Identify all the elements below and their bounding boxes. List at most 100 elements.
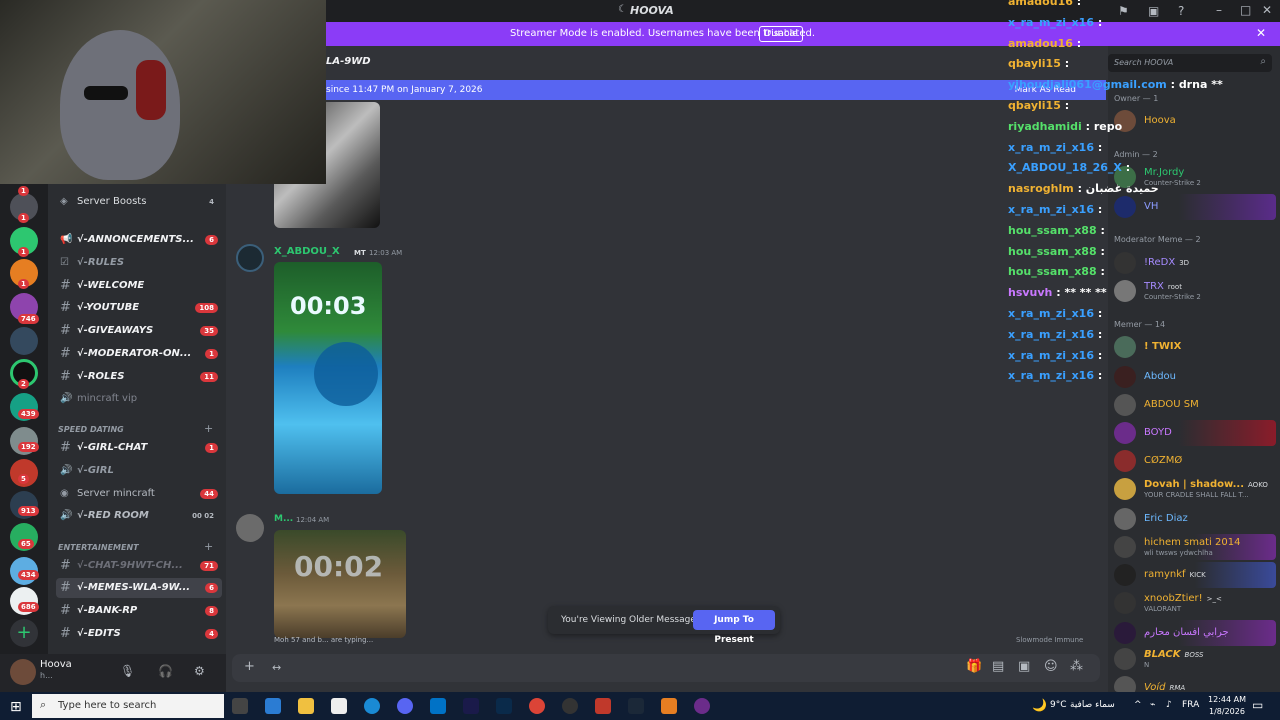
member-item[interactable]: Voíd RMA [1114,674,1276,692]
language-indicator[interactable]: FRA [1182,700,1199,710]
channel-moderator[interactable]: # √-MODERATOR-ON... 1 [56,344,222,364]
channel-giveaways[interactable]: # √-GIVEAWAYS 35 [56,321,222,341]
volume-icon[interactable]: ♪ [1166,700,1172,710]
channel-mincraft-vip[interactable]: 🔊 mincraft vip [56,389,222,409]
edge-icon[interactable] [364,698,380,714]
member-item[interactable]: BOYD [1114,420,1276,446]
app-icon[interactable] [595,698,611,714]
category-entertainement[interactable]: ENTERTAINEMENT [58,543,139,552]
overlay-chat-line: nasroghlm : حميدة غضبان [1008,182,1159,195]
message-author[interactable]: X_ABDOU_X [274,246,340,257]
windows-start-icon[interactable]: ⊞ [10,699,22,715]
member-item[interactable]: !ReDX 3D [1114,250,1276,276]
channel-girl-chat[interactable]: # √-GIRL-CHAT 1 [56,438,222,458]
add-server-icon[interactable]: + [10,619,38,647]
message-author[interactable]: M... [274,514,293,524]
avatar[interactable] [10,659,36,685]
outlook-icon[interactable] [430,698,446,714]
member-item[interactable]: Dovah | shadow... AOKO YOUR CRADLE SHALL … [1114,476,1276,502]
member-item[interactable]: ! TWIX [1114,334,1276,360]
member-item[interactable]: xnoobZtier! >_< VALORANT [1114,590,1276,616]
rules-icon: ☑ [60,257,69,268]
channel-rules[interactable]: ☑ √-RULES [56,253,222,273]
channel-chat-9hwt[interactable]: # √-CHAT-9HWT-CH... 71 [56,556,222,576]
window-icon[interactable]: ▣ [1148,4,1159,18]
task-view-icon[interactable] [232,698,248,714]
help-icon[interactable]: ? [1178,4,1184,18]
obs-icon[interactable] [562,698,578,714]
channel-welcome[interactable]: # √-WELCOME [56,276,222,296]
close-window-icon[interactable]: ✕ [1262,3,1272,17]
add-channel-icon[interactable]: + [204,422,213,435]
maximize-icon[interactable]: □ [1240,3,1251,17]
notepad-icon[interactable] [331,698,347,714]
discord-icon[interactable] [397,698,413,714]
channel-server-mincraft[interactable]: ◉ Server mincraft 44 [56,484,222,504]
premiere-icon[interactable] [463,698,479,714]
disable-button[interactable]: Disable [759,26,803,42]
server-icon[interactable] [10,327,38,355]
file-explorer-icon[interactable] [298,698,314,714]
gif-icon[interactable]: ▤ [992,659,1004,674]
network-icon[interactable]: ⌁ [1150,700,1155,710]
emoji-icon[interactable]: ☺ [1044,659,1058,674]
sticker-icon[interactable]: ▣ [1018,659,1030,674]
category-speed-dating[interactable]: SPEED DATING [58,425,124,434]
member-item[interactable]: TRX root Counter-Strike 2 [1114,278,1276,304]
hash-icon: # [60,626,71,641]
member-item[interactable]: Hoova [1114,108,1276,134]
member-search-input[interactable]: Search HOOVA ⌕ [1108,54,1272,72]
member-item[interactable]: hichem smati 2014 wli twsws ydwchlha [1114,534,1276,560]
taskbar-clock[interactable]: 12:44 AM 1/8/2026 [1208,694,1246,718]
app-icon[interactable] [661,698,677,714]
minimize-icon[interactable]: – [1216,3,1222,17]
expand-icon[interactable]: ↔ [272,661,281,674]
chrome-icon[interactable] [529,698,545,714]
headphones-icon[interactable]: 🎧 [158,664,173,678]
avatar [1114,196,1136,218]
channel-roles[interactable]: # √-ROLES 11 [56,367,222,387]
channel-youtube[interactable]: # √-YOUTUBE 108 [56,298,222,318]
taskbar-search-input[interactable]: ⌕ Type here to search [32,694,224,718]
channel-girl[interactable]: 🔊 √-GIRL [56,461,222,481]
channel-annoncements[interactable]: 📢 √-ANNONCEMENTS... 6 [56,230,222,250]
overlay-chat-line: qbayli15 : [1008,99,1070,112]
jump-to-present-button[interactable]: Jump To Present [693,610,775,645]
apps-icon[interactable]: ⁂ [1070,659,1083,674]
member-item[interactable]: ABDOU SM [1114,392,1276,418]
new-messages-bar[interactable]: since 11:47 PM on January 7, 2026 Mark A… [326,80,1106,100]
channel-memes[interactable]: # √-MEMES-WLA-9W... 6 [56,578,222,598]
member-item[interactable]: VH [1114,194,1276,220]
image-attachment[interactable]: 00:03 [274,262,382,494]
member-item[interactable]: جرابي افسان محارم [1114,620,1276,646]
member-item[interactable]: BLACK BOSS N [1114,646,1276,672]
channel-server-boosts[interactable]: ◈ Server Boosts 4 [56,192,222,212]
store-icon[interactable] [265,698,281,714]
steam-icon[interactable] [628,698,644,714]
add-attachment-icon[interactable]: + [244,659,255,674]
gift-icon[interactable]: 🎁 [966,659,982,674]
channel-edits[interactable]: # √-EDITS 4 [56,624,222,644]
banner-close-icon[interactable]: ✕ [1256,26,1266,40]
settings-gear-icon[interactable]: ⚙ [194,664,205,678]
phone-clock-text: 00:02 [294,550,384,583]
avatar[interactable] [236,244,264,272]
member-item[interactable]: CØZMØ [1114,448,1276,474]
channel-bank-rp[interactable]: # √-BANK-RP 8 [56,601,222,621]
member-item[interactable]: Abdou [1114,364,1276,390]
image-attachment[interactable]: 00:02 [274,530,406,638]
add-channel-icon[interactable]: + [204,540,213,553]
tray-chevron-icon[interactable]: ^ [1134,700,1142,710]
app-icon[interactable] [694,698,710,714]
message-composer[interactable]: + ↔ 🎁 ▤ ▣ ☺ ⁂ [232,654,1100,682]
server-badge: 1 [18,213,29,223]
avatar[interactable] [236,514,264,542]
photoshop-icon[interactable] [496,698,512,714]
channel-red-room[interactable]: 🔊 √-RED ROOM 00 02 [56,506,222,526]
flag-icon[interactable]: ⚑ [1118,4,1129,18]
member-item[interactable]: Eric Diaz [1114,506,1276,532]
overlay-chat-line: x_ra_m_zi_x16 : [1008,369,1103,382]
member-item[interactable]: ramynkf KICK [1114,562,1276,588]
microphone-icon[interactable]: 🎙 [120,664,135,678]
notification-icon[interactable]: ▭ [1252,698,1263,712]
